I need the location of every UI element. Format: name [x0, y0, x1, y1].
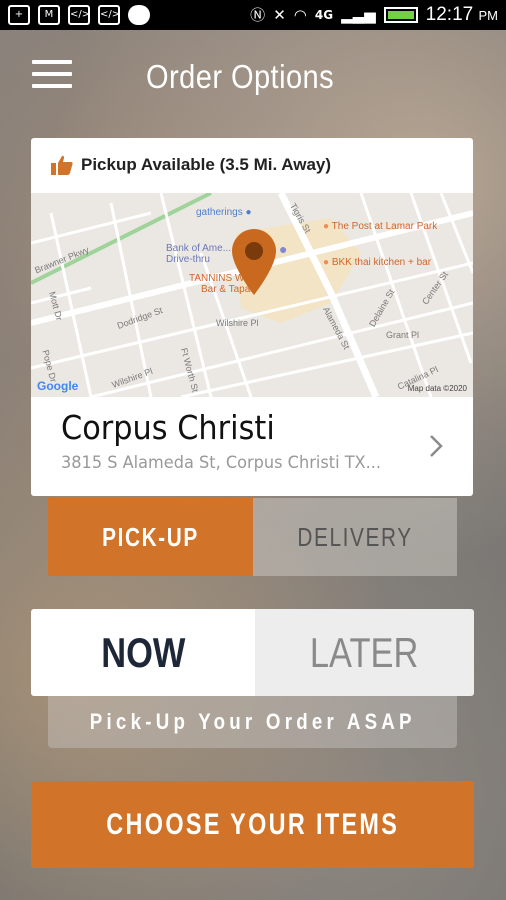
order-time-toggle: NOW LATER	[31, 609, 474, 696]
map-attribution: Map data ©2020	[407, 384, 467, 393]
now-button[interactable]: NOW	[31, 609, 255, 696]
location-card[interactable]: Pickup Available (3.5 Mi. Away) Brawner …	[31, 138, 473, 496]
chevron-right-icon[interactable]	[429, 434, 443, 458]
map-poi-bkk: ● BKK thai kitchen + bar	[323, 257, 432, 268]
location-pin-icon	[232, 229, 276, 295]
location-name: Corpus Christi	[61, 408, 275, 447]
shopping-pin-icon: ●	[245, 207, 252, 218]
order-mode-toggle: PICK-UP DELIVERY	[48, 498, 457, 576]
restaurant-pin-icon: ●	[323, 221, 330, 232]
thumbs-up-icon	[51, 155, 73, 175]
pickup-availability-text: Pickup Available (3.5 Mi. Away)	[81, 155, 332, 174]
network-type-label: 4G	[314, 8, 334, 22]
map-poi-gatherings: gatherings ●	[196, 207, 252, 218]
order-time-note: Pick-Up Your Order ASAP	[48, 696, 457, 748]
code-icon: </>	[68, 5, 90, 25]
gmail-icon: M	[38, 5, 60, 25]
add-notification-icon: +	[8, 5, 30, 25]
choose-items-button[interactable]: CHOOSE YOUR ITEMS	[31, 781, 474, 868]
wifi-icon: ◠	[293, 6, 307, 24]
code-icon-2: </>	[98, 5, 120, 25]
map-street-label: Wilshire Pl	[216, 318, 259, 328]
signal-icon: ▂▃▅	[341, 6, 376, 24]
map-street-label: Grant Pl	[386, 330, 420, 340]
page-title: Order Options	[146, 58, 335, 95]
later-button[interactable]: LATER	[255, 609, 474, 696]
bank-pin-icon: ●	[279, 241, 288, 257]
header: Order Options	[0, 30, 506, 125]
pickup-button[interactable]: PICK-UP	[48, 498, 253, 576]
restaurant-pin-icon: ●	[323, 257, 330, 268]
nfc-icon: Ⓝ	[250, 6, 266, 24]
messenger-icon	[128, 5, 150, 25]
battery-icon	[383, 7, 418, 23]
google-logo: Google	[37, 379, 79, 393]
mute-icon: ✕	[273, 6, 286, 24]
status-bar: + M </> </> Ⓝ ✕ ◠ 4G ▂▃▅ 12:17 PM	[0, 0, 506, 30]
clock: 12:17 PM	[425, 4, 498, 25]
location-address: 3815 S Alameda St, Corpus Christi TX...	[61, 453, 382, 473]
pickup-availability: Pickup Available (3.5 Mi. Away)	[51, 155, 331, 175]
menu-icon[interactable]	[32, 60, 72, 90]
delivery-button[interactable]: DELIVERY	[253, 498, 457, 576]
map-poi-bank: Bank of Ame... Drive-thru	[166, 243, 232, 265]
map-poi-the-post: ● The Post at Lamar Park	[323, 221, 438, 232]
location-map[interactable]: Brawner Pkwy Dodridge St Wilshire Pl Tig…	[31, 193, 473, 397]
